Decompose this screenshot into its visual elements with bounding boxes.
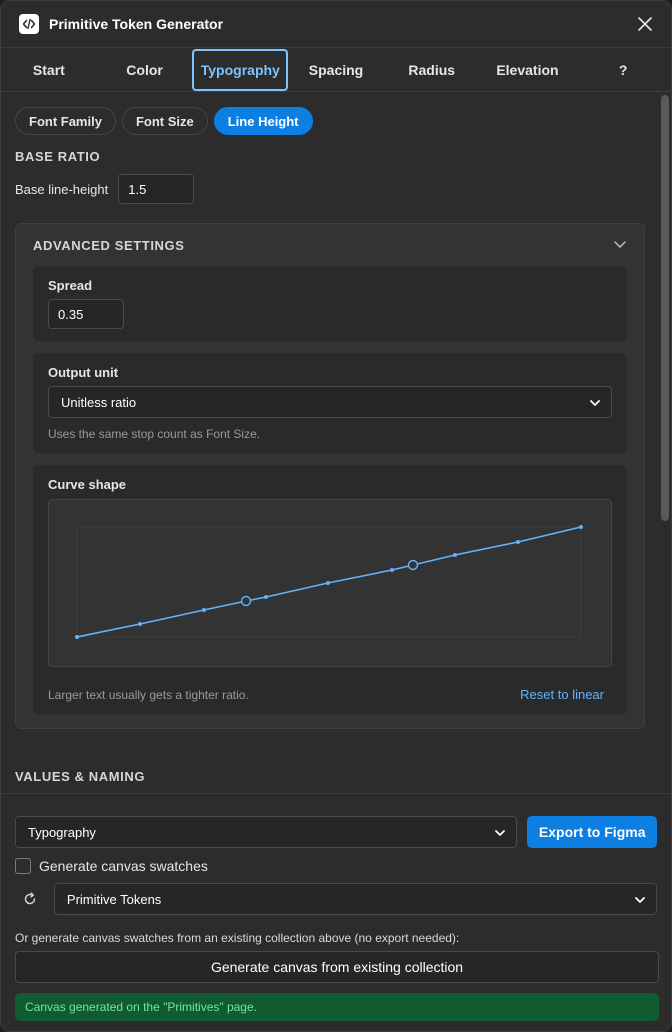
- tab-typography[interactable]: Typography: [192, 49, 289, 91]
- curve-footer: Larger text usually gets a tighter ratio…: [48, 687, 612, 702]
- tab-elevation[interactable]: Elevation: [480, 48, 576, 92]
- chevron-down-icon: [613, 237, 627, 254]
- footer-panel: Typography Export to Figma Generate canv…: [1, 793, 671, 1031]
- typography-subtabs: Font Family Font Size Line Height: [15, 107, 645, 135]
- curve-handle-1[interactable]: [240, 595, 252, 607]
- output-unit-hint: Uses the same stop count as Font Size.: [48, 427, 261, 441]
- close-icon[interactable]: [635, 14, 655, 34]
- code-icon: [19, 14, 39, 34]
- curve-stop: [453, 553, 457, 557]
- base-ratio-heading: BASE RATIO: [15, 149, 101, 164]
- main-tabs: Start Color Typography Spacing Radius El…: [1, 48, 671, 92]
- target-collection-value: Primitive Tokens: [66, 891, 162, 907]
- subtab-font-size[interactable]: Font Size: [121, 107, 208, 135]
- chevron-down-icon: [589, 397, 601, 412]
- plugin-window: Primitive Token Generator Start Color Ty…: [0, 0, 672, 1032]
- chevron-down-icon: [494, 827, 506, 842]
- chevron-down-icon: [634, 894, 646, 909]
- spread-card: Spread: [33, 266, 627, 341]
- curve-stop: [516, 540, 520, 544]
- curve-stop: [138, 622, 142, 626]
- base-line-height-row: Base line-height: [15, 174, 645, 204]
- curve-stop: [579, 525, 583, 529]
- scrollbar-thumb[interactable]: [661, 95, 669, 521]
- curve-stop: [75, 635, 79, 639]
- output-unit-select[interactable]: Unitless ratio: [48, 386, 612, 418]
- generate-swatches-label: Generate canvas swatches: [39, 858, 208, 874]
- curve-shape-card: Curve shape Larger text usually gets a t…: [33, 465, 627, 714]
- spread-input[interactable]: [48, 299, 124, 329]
- content-area: Font Family Font Size Line Height BASE R…: [1, 93, 659, 793]
- advanced-settings-heading: ADVANCED SETTINGS: [33, 237, 185, 253]
- target-collection-select[interactable]: Primitive Tokens: [53, 883, 657, 915]
- export-to-figma-button[interactable]: Export to Figma: [527, 816, 657, 848]
- values-naming-heading: VALUES & NAMING: [15, 769, 146, 784]
- subtab-font-family[interactable]: Font Family: [15, 107, 116, 135]
- generate-canvas-button[interactable]: Generate canvas from existing collection: [15, 951, 659, 983]
- target-collection-row: Primitive Tokens: [15, 883, 657, 915]
- title-bar: Primitive Token Generator: [1, 1, 671, 48]
- reset-to-linear-link[interactable]: Reset to linear: [520, 687, 604, 702]
- curve-stop: [326, 581, 330, 585]
- base-line-height-label: Base line-height: [15, 181, 109, 197]
- app-title: Primitive Token Generator: [49, 16, 224, 32]
- tab-color[interactable]: Color: [97, 48, 193, 92]
- curve-stop: [390, 568, 394, 572]
- swatches-row: Generate canvas swatches: [15, 858, 657, 874]
- refresh-icon[interactable]: [15, 883, 45, 915]
- output-unit-label: Output unit: [48, 365, 119, 380]
- base-line-height-input[interactable]: [118, 174, 195, 204]
- curve-shape-label: Curve shape: [48, 477, 127, 492]
- curve-handle-2[interactable]: [407, 559, 419, 571]
- collection-type-select[interactable]: Typography: [15, 816, 518, 848]
- tab-help[interactable]: ?: [575, 48, 671, 92]
- curve-graph: [75, 525, 583, 639]
- status-message: Canvas generated on the "Primitives" pag…: [15, 993, 659, 1021]
- tab-start[interactable]: Start: [1, 48, 97, 92]
- output-unit-value: Unitless ratio: [61, 394, 137, 410]
- output-unit-card: Output unit Unitless ratio Uses the same…: [33, 353, 627, 453]
- tab-radius[interactable]: Radius: [384, 48, 480, 92]
- subtab-line-height[interactable]: Line Height: [213, 107, 313, 135]
- collection-type-value: Typography: [28, 824, 96, 840]
- spread-label: Spread: [48, 278, 93, 293]
- tab-spacing[interactable]: Spacing: [288, 48, 384, 92]
- existing-collection-hint: Or generate canvas swatches from an exis…: [15, 931, 460, 945]
- export-row: Typography Export to Figma: [15, 816, 657, 848]
- curve-stop: [264, 595, 268, 599]
- curve-hint: Larger text usually gets a tighter ratio…: [48, 687, 249, 702]
- generate-swatches-checkbox[interactable]: [15, 858, 31, 874]
- advanced-settings-panel: ADVANCED SETTINGS Spread Output unit Uni…: [15, 223, 645, 729]
- curve-stop: [202, 608, 206, 612]
- curve-editor[interactable]: [48, 499, 612, 667]
- advanced-settings-toggle[interactable]: ADVANCED SETTINGS: [33, 224, 627, 266]
